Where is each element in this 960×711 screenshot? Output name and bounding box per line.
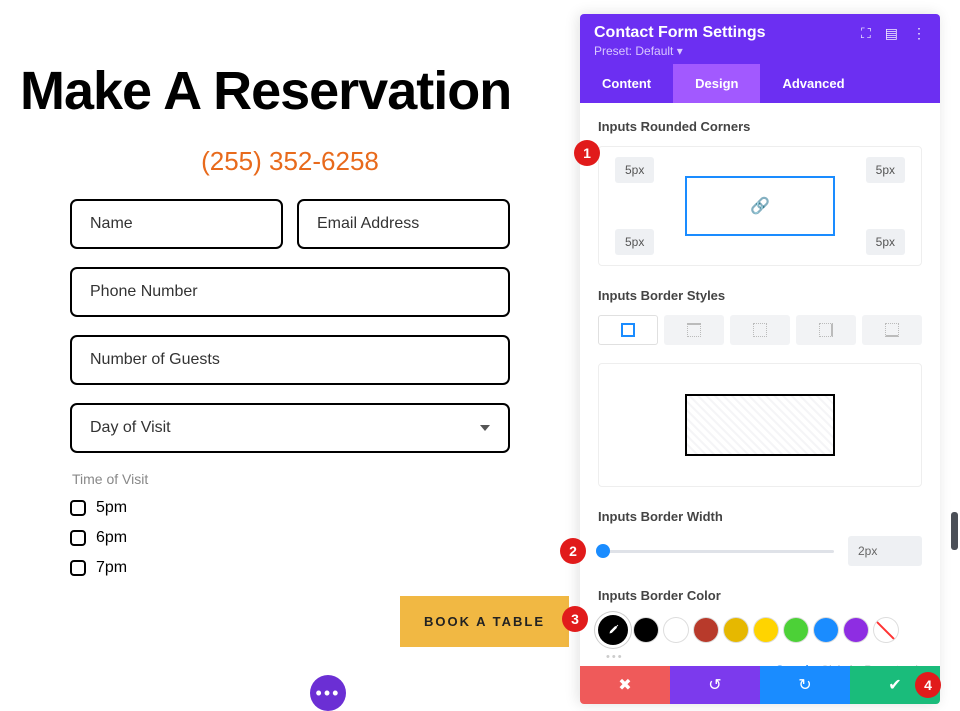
scrollbar-thumb[interactable] bbox=[951, 512, 958, 550]
page-preview: Make A Reservation (255) 352-6258 Name E… bbox=[0, 0, 580, 706]
eyedropper-swatch[interactable] bbox=[598, 615, 628, 645]
corner-bottom-left[interactable]: 5px bbox=[615, 229, 654, 255]
corner-top-left[interactable]: 5px bbox=[615, 157, 654, 183]
link-corners-toggle[interactable]: 🔗 bbox=[685, 176, 835, 236]
guests-input[interactable]: Number of Guests bbox=[70, 335, 510, 385]
color-swatch[interactable] bbox=[814, 618, 838, 642]
square-top-icon bbox=[687, 323, 701, 337]
border-styles-row bbox=[598, 315, 922, 345]
panel-header: Contact Form Settings ⛶ ▤ ⋮ Preset: Defa… bbox=[580, 14, 940, 64]
border-style-dotted[interactable] bbox=[730, 315, 790, 345]
border-preview bbox=[598, 363, 922, 487]
color-swatch[interactable] bbox=[754, 618, 778, 642]
square-bottom-icon bbox=[885, 323, 899, 337]
color-swatch-none[interactable] bbox=[874, 618, 898, 642]
link-icon: 🔗 bbox=[750, 196, 770, 216]
corner-top-right[interactable]: 5px bbox=[866, 157, 905, 183]
reservation-form: Name Email Address Phone Number Number o… bbox=[70, 199, 510, 577]
border-styles-label: Inputs Border Styles bbox=[598, 288, 922, 303]
page-heading: Make A Reservation bbox=[0, 0, 580, 130]
tab-advanced[interactable]: Advanced bbox=[760, 64, 866, 103]
border-color-label: Inputs Border Color bbox=[598, 588, 922, 603]
undo-icon: ↺ bbox=[708, 675, 721, 695]
annotation-step-4: 4 bbox=[915, 672, 941, 698]
square-dotted-icon bbox=[753, 323, 767, 337]
book-table-button[interactable]: BOOK A TABLE bbox=[400, 596, 569, 647]
radio-icon bbox=[70, 500, 86, 516]
color-swatch[interactable] bbox=[664, 618, 688, 642]
border-width-slider[interactable] bbox=[598, 550, 834, 553]
corner-bottom-right[interactable]: 5px bbox=[866, 229, 905, 255]
color-swatch-row bbox=[598, 615, 922, 645]
check-icon: ✔ bbox=[888, 675, 901, 695]
time-option[interactable]: 6pm bbox=[70, 529, 510, 547]
time-option[interactable]: 7pm bbox=[70, 559, 510, 577]
tab-content[interactable]: Content bbox=[580, 64, 673, 103]
color-swatch[interactable] bbox=[784, 618, 808, 642]
panel-body: Inputs Rounded Corners 5px 5px 5px 5px 🔗… bbox=[580, 103, 940, 687]
radio-icon bbox=[70, 530, 86, 546]
square-right-icon bbox=[819, 323, 833, 337]
undo-button[interactable]: ↺ bbox=[670, 666, 760, 704]
time-option[interactable]: 5pm bbox=[70, 499, 510, 517]
more-swatches-icon[interactable]: ••• bbox=[606, 651, 922, 663]
phone-input[interactable]: Phone Number bbox=[70, 267, 510, 317]
slider-thumb-icon bbox=[596, 544, 610, 558]
time-option-label: 5pm bbox=[96, 499, 127, 517]
snap-icon[interactable]: ▤ bbox=[885, 25, 898, 42]
annotation-step-1: 1 bbox=[574, 140, 600, 166]
close-icon: ✖ bbox=[618, 675, 631, 695]
settings-panel: Contact Form Settings ⛶ ▤ ⋮ Preset: Defa… bbox=[580, 14, 940, 704]
contact-phone: (255) 352-6258 bbox=[0, 146, 580, 177]
color-swatch[interactable] bbox=[844, 618, 868, 642]
discard-button[interactable]: ✖ bbox=[580, 666, 670, 704]
time-option-label: 7pm bbox=[96, 559, 127, 577]
name-input[interactable]: Name bbox=[70, 199, 283, 249]
kebab-icon[interactable]: ⋮ bbox=[912, 25, 926, 42]
annotation-step-3: 3 bbox=[562, 606, 588, 632]
rounded-corners-control: 5px 5px 5px 5px 🔗 bbox=[598, 146, 922, 266]
panel-actionbar: ✖ ↺ ↻ ✔ bbox=[580, 666, 940, 704]
color-swatch[interactable] bbox=[634, 618, 658, 642]
time-option-label: 6pm bbox=[96, 529, 127, 547]
square-solid-icon bbox=[621, 323, 635, 337]
ellipsis-icon: ••• bbox=[316, 683, 341, 704]
border-style-all[interactable] bbox=[598, 315, 658, 345]
redo-button[interactable]: ↻ bbox=[760, 666, 850, 704]
preview-rect bbox=[685, 394, 835, 456]
border-style-bottom[interactable] bbox=[862, 315, 922, 345]
border-style-right[interactable] bbox=[796, 315, 856, 345]
tab-design[interactable]: Design bbox=[673, 64, 760, 103]
day-select[interactable]: Day of Visit bbox=[70, 403, 510, 453]
time-of-visit-label: Time of Visit bbox=[72, 471, 510, 487]
email-input[interactable]: Email Address bbox=[297, 199, 510, 249]
panel-title: Contact Form Settings bbox=[594, 24, 766, 42]
color-swatch[interactable] bbox=[694, 618, 718, 642]
color-swatch[interactable] bbox=[724, 618, 748, 642]
preset-dropdown[interactable]: Preset: Default ▾ bbox=[594, 44, 926, 58]
redo-icon: ↻ bbox=[798, 675, 811, 695]
border-style-top[interactable] bbox=[664, 315, 724, 345]
eyedropper-icon bbox=[606, 623, 620, 637]
expand-icon[interactable]: ⛶ bbox=[861, 25, 871, 42]
annotation-step-2: 2 bbox=[560, 538, 586, 564]
rounded-corners-label: Inputs Rounded Corners bbox=[598, 119, 922, 134]
panel-tabs: Content Design Advanced bbox=[580, 64, 940, 103]
border-width-label: Inputs Border Width bbox=[598, 509, 922, 524]
radio-icon bbox=[70, 560, 86, 576]
border-width-value[interactable]: 2px bbox=[848, 536, 922, 566]
